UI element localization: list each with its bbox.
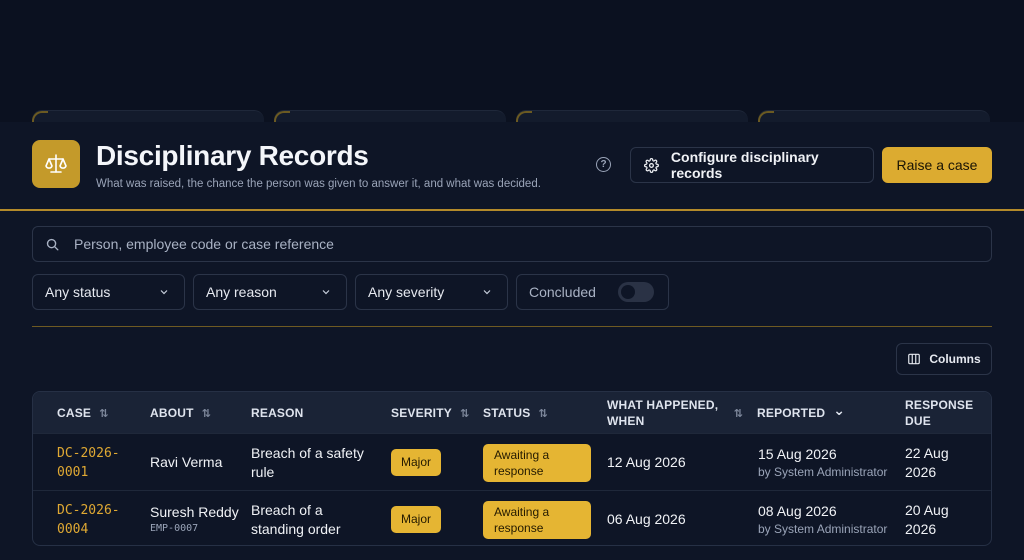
chevron-down-icon xyxy=(160,290,168,295)
when-cell: 12 Aug 2026 xyxy=(607,454,686,470)
concluded-filter: Concluded xyxy=(516,274,669,310)
sort-icon[interactable]: ⇅ xyxy=(460,407,469,420)
column-header-reason: REASON xyxy=(251,406,304,420)
severity-filter[interactable]: Any severity xyxy=(355,274,508,310)
reason-filter-label: Any reason xyxy=(206,284,277,300)
reported-cell: 08 Aug 2026 by System Administrator xyxy=(758,503,888,536)
sort-icon[interactable]: ⇅ xyxy=(202,407,211,420)
page-header: Disciplinary Records What was raised, th… xyxy=(32,140,992,190)
header-divider xyxy=(0,209,1024,211)
scales-icon xyxy=(32,140,80,188)
status-filter[interactable]: Any status xyxy=(32,274,185,310)
status-badge: Awaiting a response xyxy=(483,443,591,482)
employee-code: EMP-0007 xyxy=(150,523,199,534)
chevron-down-icon xyxy=(322,290,330,295)
chevron-down-icon[interactable]: ⌄ xyxy=(833,402,845,419)
response-due-cell: 22 Aug 2026 xyxy=(905,444,949,480)
column-header-reported[interactable]: REPORTED ⌄ xyxy=(757,392,845,434)
reason-cell: Breach of a standing order xyxy=(251,501,341,537)
page-subtitle: What was raised, the chance the person w… xyxy=(96,178,541,190)
search-input[interactable] xyxy=(74,236,991,252)
records-table: CASE ⇅ ABOUT ⇅ REASON SEVERITY ⇅ STATUS … xyxy=(32,391,992,546)
severity-badge: Major xyxy=(391,506,442,533)
search-icon xyxy=(46,238,59,250)
sort-icon[interactable]: ⇅ xyxy=(99,407,108,420)
raise-case-button[interactable]: Raise a case xyxy=(882,147,992,183)
concluded-label: Concluded xyxy=(529,284,596,300)
gear-icon xyxy=(644,157,659,173)
severity-filter-label: Any severity xyxy=(368,284,445,300)
search-box[interactable] xyxy=(32,226,992,262)
table-row[interactable]: DC-2026- 0001 Ravi Verma Breach of a saf… xyxy=(33,433,991,491)
columns-button[interactable]: Columns xyxy=(896,343,992,375)
filter-divider xyxy=(32,326,992,327)
column-header-response-due: RESPONSE DUE xyxy=(905,398,974,428)
columns-label: Columns xyxy=(929,352,981,366)
columns-icon xyxy=(908,353,921,365)
case-reference[interactable]: DC-2026- 0001 xyxy=(57,434,120,491)
table-row[interactable]: DC-2026- 0004 Suresh Reddy EMP-0007 Brea… xyxy=(33,490,991,545)
case-reference[interactable]: DC-2026- 0004 xyxy=(57,491,120,545)
reason-filter[interactable]: Any reason xyxy=(193,274,347,310)
when-cell: 06 Aug 2026 xyxy=(607,511,686,527)
table-header: CASE ⇅ ABOUT ⇅ REASON SEVERITY ⇅ STATUS … xyxy=(33,392,991,434)
configure-label: Configure disciplinary records xyxy=(670,149,819,181)
about-person: Ravi Verma xyxy=(150,454,223,470)
sort-icon[interactable]: ⇅ xyxy=(734,407,743,420)
column-header-severity[interactable]: SEVERITY ⇅ xyxy=(391,392,469,434)
concluded-toggle[interactable] xyxy=(618,282,654,302)
about-person: Suresh Reddy EMP-0007 xyxy=(150,504,239,534)
column-header-status[interactable]: STATUS ⇅ xyxy=(483,392,548,434)
column-header-case[interactable]: CASE ⇅ xyxy=(57,392,109,434)
status-filter-label: Any status xyxy=(45,284,111,300)
sort-icon[interactable]: ⇅ xyxy=(538,407,547,420)
column-header-about[interactable]: ABOUT ⇅ xyxy=(150,392,211,434)
status-cell: Awaiting a response xyxy=(483,491,591,545)
severity-cell: Major xyxy=(391,491,442,545)
column-header-what-happened[interactable]: WHAT HAPPENED, WHEN ⇅ xyxy=(607,392,743,434)
reason-cell: Breach of a safety rule xyxy=(251,444,364,480)
severity-cell: Major xyxy=(391,434,442,491)
reported-cell: 15 Aug 2026 by System Administrator xyxy=(758,446,888,479)
severity-badge: Major xyxy=(391,449,442,476)
status-cell: Awaiting a response xyxy=(483,434,591,491)
response-due-cell: 20 Aug 2026 xyxy=(905,501,949,537)
help-circle-icon[interactable]: ? xyxy=(596,157,611,172)
configure-button[interactable]: Configure disciplinary records xyxy=(630,147,874,183)
chevron-down-icon xyxy=(483,290,491,295)
status-badge: Awaiting a response xyxy=(483,500,591,539)
page-title: Disciplinary Records xyxy=(96,140,369,171)
